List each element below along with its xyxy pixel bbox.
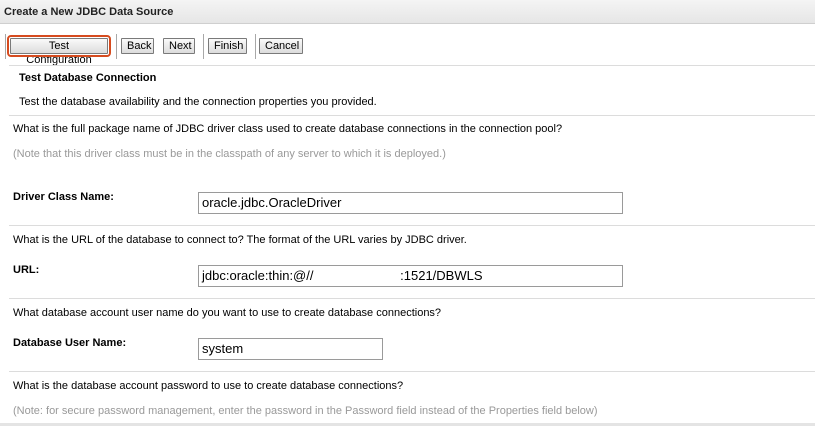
toolbar-separator [5, 34, 6, 59]
divider [9, 298, 815, 299]
url-field[interactable]: jdbc:oracle:thin:@// :1521/DBWLS [198, 265, 623, 287]
url-question: What is the URL of the database to conne… [13, 234, 467, 246]
finish-button[interactable]: Finish [208, 38, 247, 54]
window-title-bar: Create a New JDBC Data Source [0, 0, 815, 24]
toolbar-separator [203, 34, 204, 59]
section-title: Test Database Connection [19, 72, 157, 84]
url-label: URL: [13, 264, 40, 276]
cancel-button[interactable]: Cancel [259, 38, 303, 54]
driver-note: (Note that this driver class must be in … [13, 148, 446, 160]
divider [9, 65, 815, 66]
driver-question: What is the full package name of JDBC dr… [13, 123, 563, 135]
database-user-field[interactable]: system [198, 338, 383, 360]
window-title: Create a New JDBC Data Source [4, 6, 174, 18]
divider [9, 225, 815, 226]
wizard-toolbar: Test Configuration Back Next Finish Canc… [0, 34, 815, 66]
section-description: Test the database availability and the c… [19, 96, 377, 108]
test-configuration-button[interactable]: Test Configuration [7, 35, 111, 66]
divider [9, 115, 815, 116]
toolbar-separator [116, 34, 117, 59]
toolbar-separator [255, 34, 256, 59]
password-question: What is the database account password to… [13, 380, 404, 392]
back-button[interactable]: Back [121, 38, 154, 54]
password-note: (Note: for secure password management, e… [13, 405, 598, 417]
next-button[interactable]: Next [163, 38, 195, 54]
driver-class-field[interactable]: oracle.jdbc.OracleDriver [198, 192, 623, 214]
driver-class-label: Driver Class Name: [13, 191, 114, 203]
database-user-label: Database User Name: [13, 337, 127, 349]
user-question: What database account user name do you w… [13, 307, 442, 319]
divider [9, 371, 815, 372]
